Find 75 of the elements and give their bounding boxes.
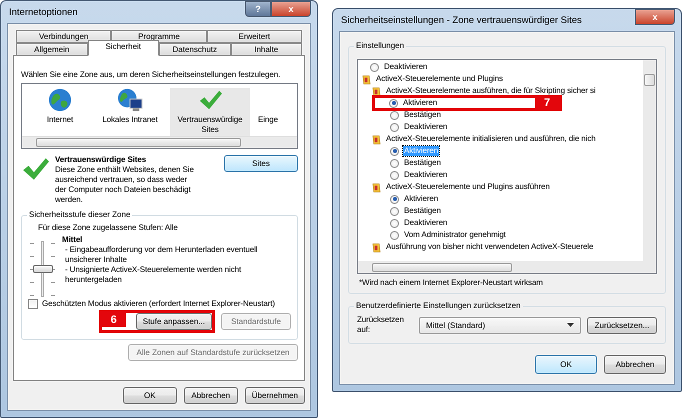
scrollbar[interactable] (358, 261, 656, 273)
setting-label: ActiveX-Steuerelemente und Plugins ausführen (385, 182, 551, 192)
callout-number: 7 (535, 96, 559, 110)
radio-button[interactable] (390, 158, 399, 168)
tab[interactable]: Allgemein (16, 43, 88, 56)
window-title: Sicherheitseinstellungen - Zone vertrauenswürdiger Sites (341, 14, 582, 26)
radio-button[interactable] (389, 98, 398, 108)
allowed-levels-text: Für diese Zone zugelassene Stufen: Alle (37, 223, 179, 233)
level-dropdown[interactable]: Mittel (Standard) (419, 316, 581, 334)
group-legend: Benutzerdefinierte Einstellungen zurücksetzen (354, 301, 523, 311)
zone-description: Diese Zone enthält Websites, denen Sie ausreichend vertrauen, so dass weder der Computer noch Dateien beschädigt werden. (55, 165, 194, 205)
checkbox-label: Geschützten Modus aktivieren (erfordert Internet Explorer-Neustart) (42, 299, 275, 309)
tab[interactable]: Inhalte (230, 43, 302, 56)
setting-label: Ausführung von bisher nicht verwendeten ActiveX-Steuerele (385, 242, 594, 252)
instruction-text: Wählen Sie eine Zone aus, um deren Sicherheitseinstellungen festzulegen. (21, 70, 282, 80)
dialog-button[interactable]: OK (535, 355, 597, 374)
option-label[interactable]: Deaktivieren (403, 122, 448, 132)
zone-item[interactable]: Lokales Intranet (94, 88, 166, 126)
option-label[interactable]: Aktivieren (403, 194, 440, 204)
tab[interactable]: Datenschutz (159, 43, 230, 56)
radio-button[interactable] (390, 122, 399, 132)
zone-item[interactable]: Einge (254, 88, 282, 126)
callout-number: 6 (102, 313, 126, 327)
protected-mode-checkbox[interactable] (28, 299, 38, 309)
tab[interactable]: Verbindungen (16, 30, 112, 43)
tab[interactable]: Erweitert (206, 30, 302, 43)
zone-item[interactable]: Vertrauenswürdige Sites (170, 88, 250, 136)
dropdown-arrow-icon (567, 323, 574, 327)
radio-button[interactable] (390, 146, 399, 156)
group-legend: Einstellungen (354, 41, 406, 51)
radio-button[interactable] (390, 206, 399, 216)
category-label: ActiveX-Steuerelemente und Plugins (375, 74, 504, 84)
activex-icon (372, 242, 381, 252)
customize-level-button[interactable]: Stufe anpassen... (136, 313, 212, 330)
security-slider[interactable] (28, 241, 58, 297)
sites-button[interactable]: Sites (224, 155, 298, 172)
level-description: - Eingabeaufforderung vor dem Herunterladen eventuell unsicherer Inhalte (64, 245, 258, 265)
tab[interactable]: Sicherheit (88, 40, 159, 56)
globe-icon (48, 88, 72, 112)
radio-button[interactable] (390, 230, 399, 240)
zone-title: Vertrauenswürdige Sites (55, 155, 148, 165)
level-name: Mittel (62, 235, 84, 245)
option-label[interactable]: Deaktivieren (383, 62, 428, 72)
scrollbar[interactable] (22, 136, 297, 148)
option-label[interactable]: Bestätigen (403, 206, 442, 216)
globe-monitor-icon (117, 88, 143, 112)
option-label[interactable]: Vom Administrator genehmigt (403, 230, 507, 240)
scrollbar[interactable] (643, 60, 656, 261)
radio-button[interactable] (390, 194, 399, 204)
option-label[interactable]: Bestätigen (403, 158, 442, 168)
activex-icon (362, 74, 371, 84)
radio-button[interactable] (390, 170, 399, 180)
radio-button[interactable] (390, 218, 399, 228)
slider-thumb[interactable] (33, 265, 53, 273)
dialog-button[interactable]: Übernehmen (244, 387, 305, 404)
option-label[interactable]: Aktivieren (402, 98, 438, 108)
option-label[interactable]: Bestätigen (403, 110, 442, 120)
dialog-button[interactable]: OK (122, 387, 177, 404)
restart-note: *Wird nach einem Internet Explorer-Neustart wirksam (358, 278, 544, 288)
window-title: Internetoptionen (9, 6, 78, 18)
reset-label: Zurücksetzen auf: (357, 315, 405, 335)
setting-label: ActiveX-Steuerelemente ausführen, die für Skripting sicher si (385, 86, 597, 96)
option-label[interactable]: Deaktivieren (403, 170, 448, 180)
level-description: - Unsignierte ActiveX-Steuerelemente werden nicht heruntergeladen (64, 265, 242, 285)
group-legend: Sicherheitsstufe dieser Zone (27, 210, 132, 220)
radio-button[interactable] (370, 62, 379, 72)
setting-label: ActiveX-Steuerelemente initialisieren und ausführen, die nich (385, 134, 597, 144)
checkmark-icon (198, 88, 222, 112)
activex-icon (372, 134, 381, 144)
zone-item[interactable]: Internet (30, 88, 90, 126)
dialog-button[interactable]: Abbrechen (184, 387, 238, 404)
activex-icon (372, 182, 381, 192)
dialog-button[interactable]: Abbrechen (604, 355, 666, 374)
option-label[interactable]: Deaktivieren (403, 218, 448, 228)
reset-button[interactable]: Zurücksetzen... (587, 316, 657, 334)
